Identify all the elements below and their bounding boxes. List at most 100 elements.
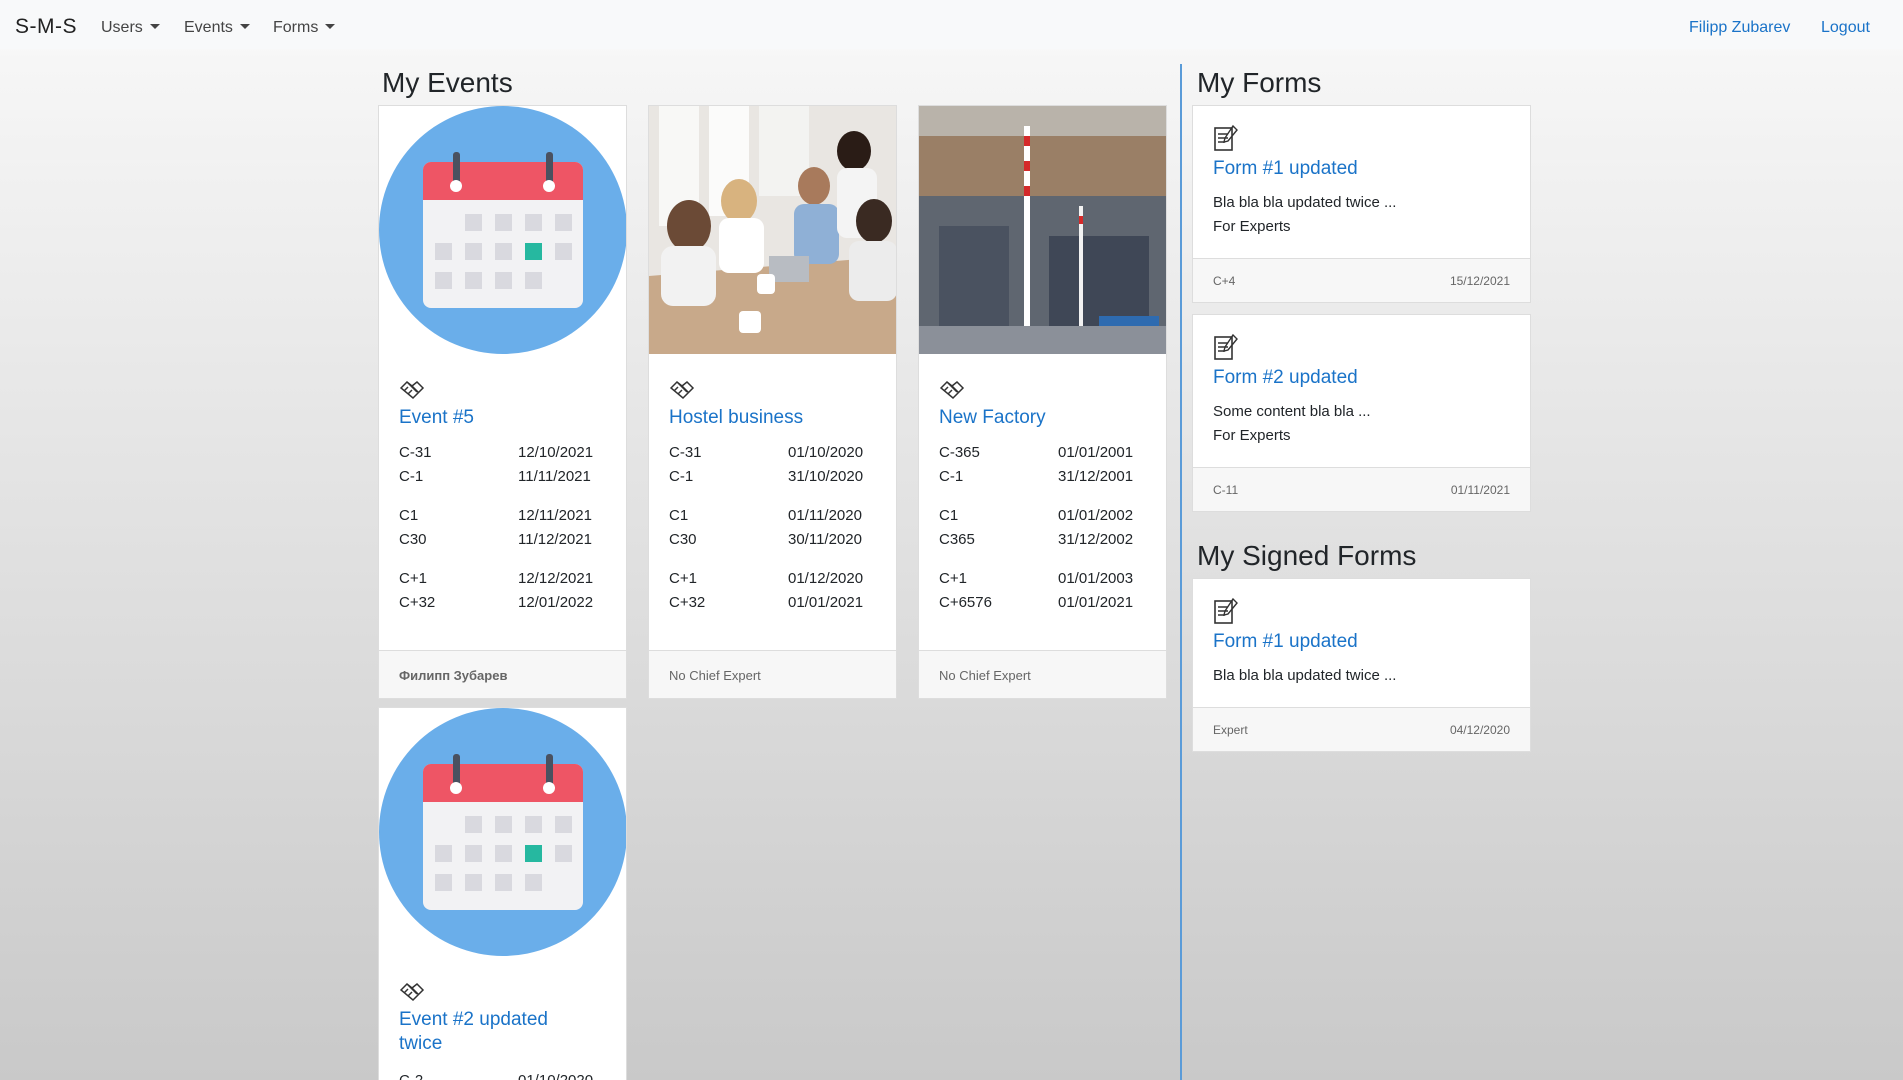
signer-role: Expert <box>1213 723 1248 737</box>
nav-forms-dropdown[interactable]: Forms <box>273 19 336 37</box>
date-row: C30 11/12/2021 <box>399 531 592 548</box>
card-footer: Филипп Зубарев <box>379 650 626 698</box>
form-audience: For Experts <box>1213 218 1291 235</box>
date-value: 01/11/2020 <box>788 507 862 524</box>
date-code: C+1 <box>399 570 427 587</box>
date-row: C365 31/12/2002 <box>939 531 1133 548</box>
event-title[interactable]: New Factory <box>939 406 1046 430</box>
date-row: C+32 12/01/2022 <box>399 594 593 611</box>
date-code: C30 <box>399 531 427 548</box>
event-title[interactable]: Event #5 <box>399 406 474 430</box>
date-code: C-31 <box>399 444 432 461</box>
date-code: C-2 <box>399 1072 423 1080</box>
date-code: C+6576 <box>939 594 992 611</box>
event-card[interactable]: Event #5 C-31 12/10/2021 C-1 11/11/2021 C1… <box>378 105 627 699</box>
my-signed-forms-heading: My Signed Forms <box>1197 540 1417 571</box>
date-row: C-31 12/10/2021 <box>399 444 593 461</box>
date-row: C-1 11/11/2021 <box>399 468 591 485</box>
form-title[interactable]: Form #1 updated <box>1213 158 1358 180</box>
date-code: C30 <box>669 531 697 548</box>
logout-link[interactable]: Logout <box>1821 19 1870 37</box>
document-edit-icon <box>1214 124 1238 151</box>
document-edit-icon <box>1214 333 1238 360</box>
date-value: 01/01/2021 <box>788 594 864 611</box>
card-footer: C+4 15/12/2021 <box>1193 258 1530 302</box>
user-profile-link[interactable]: Filipp Zubarev <box>1689 19 1790 37</box>
date-value: 01/12/2020 <box>788 570 864 587</box>
nav-users-label: Users <box>101 19 143 36</box>
date-row: C-1 31/10/2020 <box>669 468 863 485</box>
date-value: 01/01/2001 <box>1058 444 1134 461</box>
form-title[interactable]: Form #1 updated <box>1213 631 1358 653</box>
top-navbar: S-M-S Users Events Forms Filipp Zubarev … <box>0 0 1903 49</box>
date-value: 01/01/2021 <box>1058 594 1134 611</box>
date-value: 31/12/2001 <box>1058 468 1134 485</box>
date-code: C1 <box>939 507 959 524</box>
form-code: C-11 <box>1213 483 1239 497</box>
date-value: 12/10/2021 <box>518 444 594 461</box>
date-row: C+1 01/01/2003 <box>939 570 1133 587</box>
date-code: C+1 <box>939 570 967 587</box>
chevron-down-icon <box>239 24 250 29</box>
nav-forms-label: Forms <box>273 19 319 36</box>
form-code: C+4 <box>1213 274 1236 288</box>
date-value: 01/01/2003 <box>1058 570 1134 587</box>
date-row: C-365 01/01/2001 <box>939 444 1133 461</box>
date-value: 12/12/2021 <box>518 570 594 587</box>
nav-events-dropdown[interactable]: Events <box>184 19 250 37</box>
date-row: C+6576 01/01/2021 <box>939 594 1133 611</box>
card-footer: No Chief Expert <box>649 650 896 698</box>
date-row: C-1 31/12/2001 <box>939 468 1133 485</box>
brand-logo[interactable]: S-M-S <box>15 15 77 39</box>
calendar-illustration <box>379 106 626 354</box>
date-value: 01/10/2020 <box>518 1072 593 1080</box>
date-code: C1 <box>399 507 419 524</box>
form-card[interactable]: Form #1 updated Bla bla bla updated twic… <box>1192 105 1531 303</box>
date-value: 12/01/2022 <box>518 594 594 611</box>
form-audience: For Experts <box>1213 427 1291 444</box>
date-code: C+1 <box>669 570 697 587</box>
card-footer: C-11 01/11/2021 <box>1193 467 1530 511</box>
handshake-icon <box>669 380 695 400</box>
document-edit-icon <box>1214 597 1238 624</box>
date-code: C-365 <box>939 444 980 461</box>
chief-expert-name: No Chief Expert <box>669 668 761 683</box>
date-code: C+32 <box>399 594 436 611</box>
date-value: 31/10/2020 <box>788 468 864 485</box>
nav-events-label: Events <box>184 19 233 36</box>
business-meeting-photo <box>649 106 896 354</box>
chief-expert-name: Филипп Зубарев <box>399 668 508 683</box>
date-row: C+32 01/01/2021 <box>669 594 863 611</box>
form-card[interactable]: Form #2 updated Some content bla bla ...… <box>1192 314 1531 512</box>
column-divider <box>1180 64 1182 1080</box>
my-events-heading: My Events <box>382 67 513 98</box>
date-row: C-31 01/10/2020 <box>669 444 863 461</box>
date-row: C1 12/11/2021 <box>399 507 592 524</box>
date-value: 01/10/2020 <box>788 444 864 461</box>
form-date: 01/11/2021 <box>1450 483 1510 497</box>
date-code: C-1 <box>669 468 694 485</box>
date-code: C-1 <box>399 468 424 485</box>
event-title[interactable]: Hostel business <box>669 406 803 430</box>
event-card[interactable]: Hostel business C-31 01/10/2020 C-1 31/10/… <box>648 105 897 699</box>
date-row: C+1 01/12/2020 <box>669 570 863 587</box>
calendar-illustration <box>379 708 626 956</box>
form-description: Bla bla bla updated twice ... <box>1213 194 1397 211</box>
event-card[interactable]: Event #2 updated twice C-2 01/10/2020 <box>378 707 627 1080</box>
date-value: 01/01/2002 <box>1058 507 1134 524</box>
factory-aerial-photo <box>919 106 1166 354</box>
nav-users-dropdown[interactable]: Users <box>101 19 160 37</box>
date-code: C+32 <box>669 594 706 611</box>
signed-form-card[interactable]: Form #1 updated Bla bla bla updated twic… <box>1192 578 1531 752</box>
event-title[interactable]: Event #2 updated twice <box>399 1008 579 1056</box>
handshake-icon <box>399 982 425 1002</box>
date-row: C+1 12/12/2021 <box>399 570 593 587</box>
date-code: C365 <box>939 531 975 548</box>
date-value: 30/11/2020 <box>788 531 862 548</box>
chief-expert-name: No Chief Expert <box>939 668 1031 683</box>
date-row: C30 30/11/2020 <box>669 531 862 548</box>
date-code: C-1 <box>939 468 964 485</box>
date-value: 12/11/2021 <box>518 507 592 524</box>
event-card[interactable]: New Factory C-365 01/01/2001 C-1 31/12/200… <box>918 105 1167 699</box>
form-title[interactable]: Form #2 updated <box>1213 367 1358 389</box>
